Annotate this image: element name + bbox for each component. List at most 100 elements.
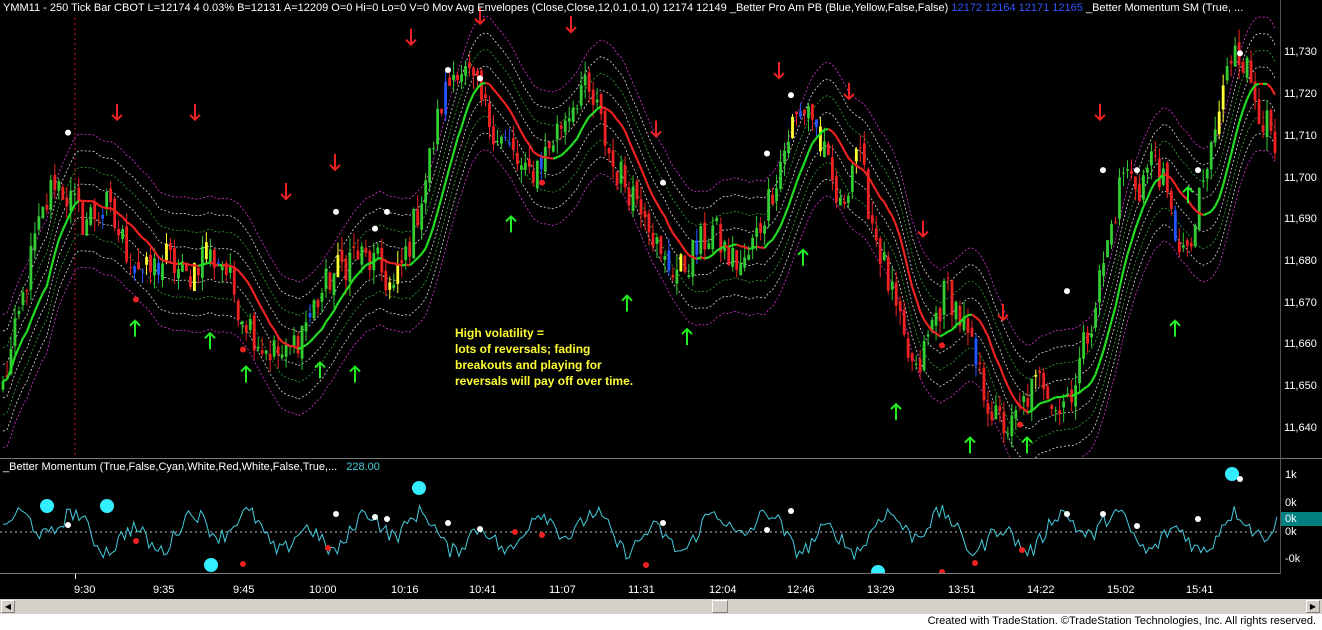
price-bar [659, 236, 663, 255]
pro-am-indicator-label: _Better Pro Am PB (Blue,Yellow,False,Fal… [729, 2, 949, 14]
price-bar [141, 269, 144, 271]
scroll-right-button[interactable]: ▶ [1306, 600, 1320, 613]
price-bar [555, 124, 559, 140]
price-bar [496, 141, 499, 143]
moving-average-segment [313, 332, 319, 339]
price-bar [284, 344, 288, 357]
moving-average-segment [37, 292, 44, 303]
price-bar [679, 254, 683, 272]
price-bar [272, 340, 276, 357]
price-bar [113, 198, 117, 228]
moving-average-segment [831, 130, 838, 138]
price-bar [1122, 172, 1125, 174]
moving-average-segment [975, 316, 981, 322]
price-bar [412, 209, 416, 259]
moving-average-segment [787, 194, 794, 207]
price-bar [842, 201, 846, 204]
price-bar [607, 147, 611, 154]
price-bar [196, 267, 200, 276]
moving-average-segment [237, 269, 244, 277]
price-bars [1, 29, 1277, 448]
price-bar [1086, 332, 1089, 344]
price-bar [870, 215, 874, 224]
moving-average-segment [1138, 206, 1145, 218]
moving-average-segment [711, 249, 718, 256]
price-bar [268, 353, 272, 361]
moving-average-segment [1078, 388, 1085, 394]
moving-average-segment [1023, 408, 1029, 414]
price-chart-panel[interactable]: YMM11 - 250 Tick Bar CBOT L=12174 4 0.03… [0, 0, 1280, 458]
momentum-high-dot [65, 522, 71, 528]
price-bar [1261, 125, 1265, 132]
time-label: 15:41 [1186, 584, 1214, 596]
up-arrow-icon [797, 248, 809, 266]
moving-average-segment [1122, 254, 1129, 271]
moving-average-segment [496, 93, 503, 100]
time-axis[interactable]: 9:30 9:35 9:45 10:00 10:16 10:41 11:07 1… [0, 573, 1280, 600]
momentum-extreme-dot [100, 499, 114, 513]
moving-average-segment [592, 108, 598, 114]
moving-average-segment [1067, 394, 1072, 398]
price-bar [834, 176, 838, 203]
momentum-panel[interactable]: _Better Momentum (True,False,Cyan,White,… [0, 458, 1280, 574]
moving-average-segment [488, 83, 495, 91]
price-bar [1189, 242, 1193, 247]
price-bar [149, 254, 152, 273]
moving-average-segment [309, 336, 315, 343]
price-bar [575, 108, 579, 110]
price-bar [125, 226, 129, 262]
price-bar [388, 282, 392, 290]
moving-average-segment [190, 263, 195, 267]
price-bar [1050, 405, 1054, 409]
price-bar [703, 222, 707, 250]
price-bar [252, 315, 256, 351]
price-bar [332, 273, 336, 296]
time-label: 15:02 [1107, 584, 1135, 596]
momentum-chart[interactable] [0, 459, 1280, 574]
moving-average-segment [198, 263, 203, 267]
price-bar [308, 312, 312, 318]
price-bar [647, 213, 651, 233]
price-axis[interactable]: 11,730 11,720 11,710 11,700 11,690 11,680 11,6… [1280, 0, 1322, 458]
moving-average-segment [345, 284, 351, 292]
price-chart[interactable] [0, 0, 1280, 458]
moving-average-segment [1174, 183, 1181, 192]
down-arrow-icon [405, 28, 417, 47]
moving-average-segment [357, 268, 363, 275]
moving-average-segment [931, 330, 937, 335]
moving-average-segment [436, 197, 443, 212]
price-bar [352, 246, 356, 249]
moving-average-segment [724, 244, 729, 249]
momentum-axis[interactable]: 1k 0k 0k 0k -0k [1280, 458, 1322, 574]
momentum-axis-label: 0k [1285, 526, 1297, 538]
scrollbar-thumb[interactable] [712, 600, 728, 613]
moving-average-segment [273, 329, 280, 338]
moving-average-segment [253, 293, 260, 303]
high-pivot-dot [1064, 288, 1070, 295]
down-arrow-icon [1094, 103, 1106, 122]
price-bar [966, 318, 970, 333]
annotation-line-1: High volatility = [455, 326, 545, 340]
high-pivot-dot [660, 179, 666, 186]
moving-average-segment [1270, 87, 1276, 96]
price-axis-label: 11,730 [1284, 46, 1317, 59]
moving-average-segment [45, 269, 52, 287]
momentum-high-dot [372, 514, 378, 520]
price-bar [535, 160, 539, 189]
time-tick [75, 574, 76, 579]
moving-average-segment [464, 102, 471, 115]
moving-average-segment [835, 136, 842, 144]
moving-average-segment [49, 253, 56, 270]
moving-average-segment [752, 245, 757, 250]
price-bar [583, 75, 587, 86]
moving-average-segment [416, 253, 423, 259]
price-bar [1245, 57, 1249, 78]
scroll-left-button[interactable]: ◀ [1, 600, 15, 613]
moving-average-segment [133, 227, 140, 235]
price-bar [1221, 85, 1225, 110]
price-bar [587, 72, 591, 92]
horizontal-scrollbar[interactable]: ◀ ▶ [0, 599, 1322, 614]
moving-average-segment [1034, 402, 1041, 409]
moving-average-segment [875, 190, 882, 199]
price-bar [531, 170, 535, 183]
